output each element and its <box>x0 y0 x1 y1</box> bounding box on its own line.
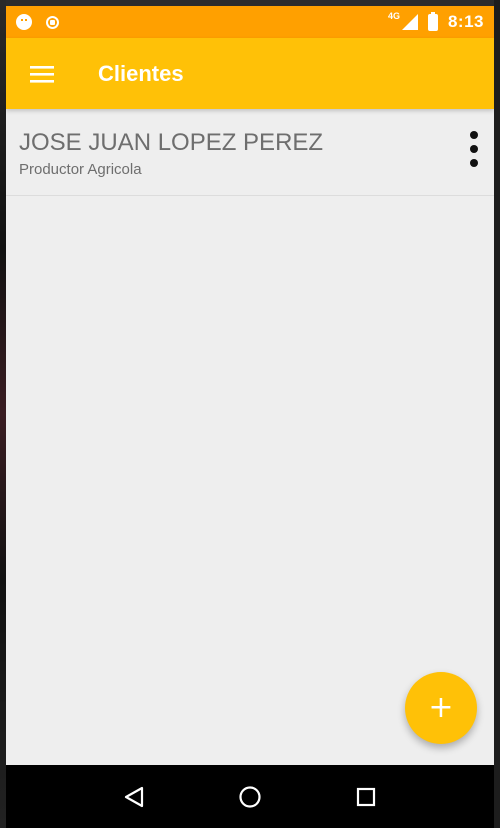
status-bar-notifications <box>16 14 59 30</box>
client-name: JOSE JUAN LOPEZ PEREZ <box>19 129 324 156</box>
recents-icon <box>356 787 376 806</box>
battery-icon <box>427 11 438 31</box>
list-item[interactable]: JOSE JUAN LOPEZ PEREZ Productor Agricola <box>6 109 494 196</box>
recents-button[interactable] <box>351 782 381 812</box>
status-time: 8:13 <box>447 12 484 31</box>
status-bar: 4G 8:13 <box>6 6 494 38</box>
network-type-label: 4G <box>387 11 400 21</box>
app-bar: Clientes <box>6 38 494 109</box>
more-options-button[interactable] <box>464 129 484 169</box>
client-role: Productor Agricola <box>19 161 142 178</box>
chat-notification-icon <box>16 14 32 30</box>
page-title: Clientes <box>98 60 184 86</box>
device-frame-right <box>494 0 500 828</box>
plus-icon: + <box>428 690 454 725</box>
app-screen: 4G 8:13 Clientes JOSE JUAN LOPEZ PEREZ P… <box>6 6 494 828</box>
more-vertical-icon <box>470 131 478 139</box>
home-icon <box>239 785 261 808</box>
security-shield-icon <box>46 15 59 29</box>
navigation-menu-button[interactable] <box>6 38 78 109</box>
add-client-button[interactable]: + <box>405 672 477 744</box>
back-button[interactable] <box>119 782 149 812</box>
home-button[interactable] <box>235 782 265 812</box>
back-icon <box>124 786 144 807</box>
status-bar-system: 4G 8:13 <box>387 11 484 32</box>
clients-list: JOSE JUAN LOPEZ PEREZ Productor Agricola <box>6 109 494 196</box>
system-navigation-bar <box>6 765 494 828</box>
signal-strength-icon <box>401 14 418 30</box>
more-vertical-icon <box>470 145 478 153</box>
more-vertical-icon <box>470 159 478 167</box>
hamburger-menu-icon <box>30 65 54 83</box>
